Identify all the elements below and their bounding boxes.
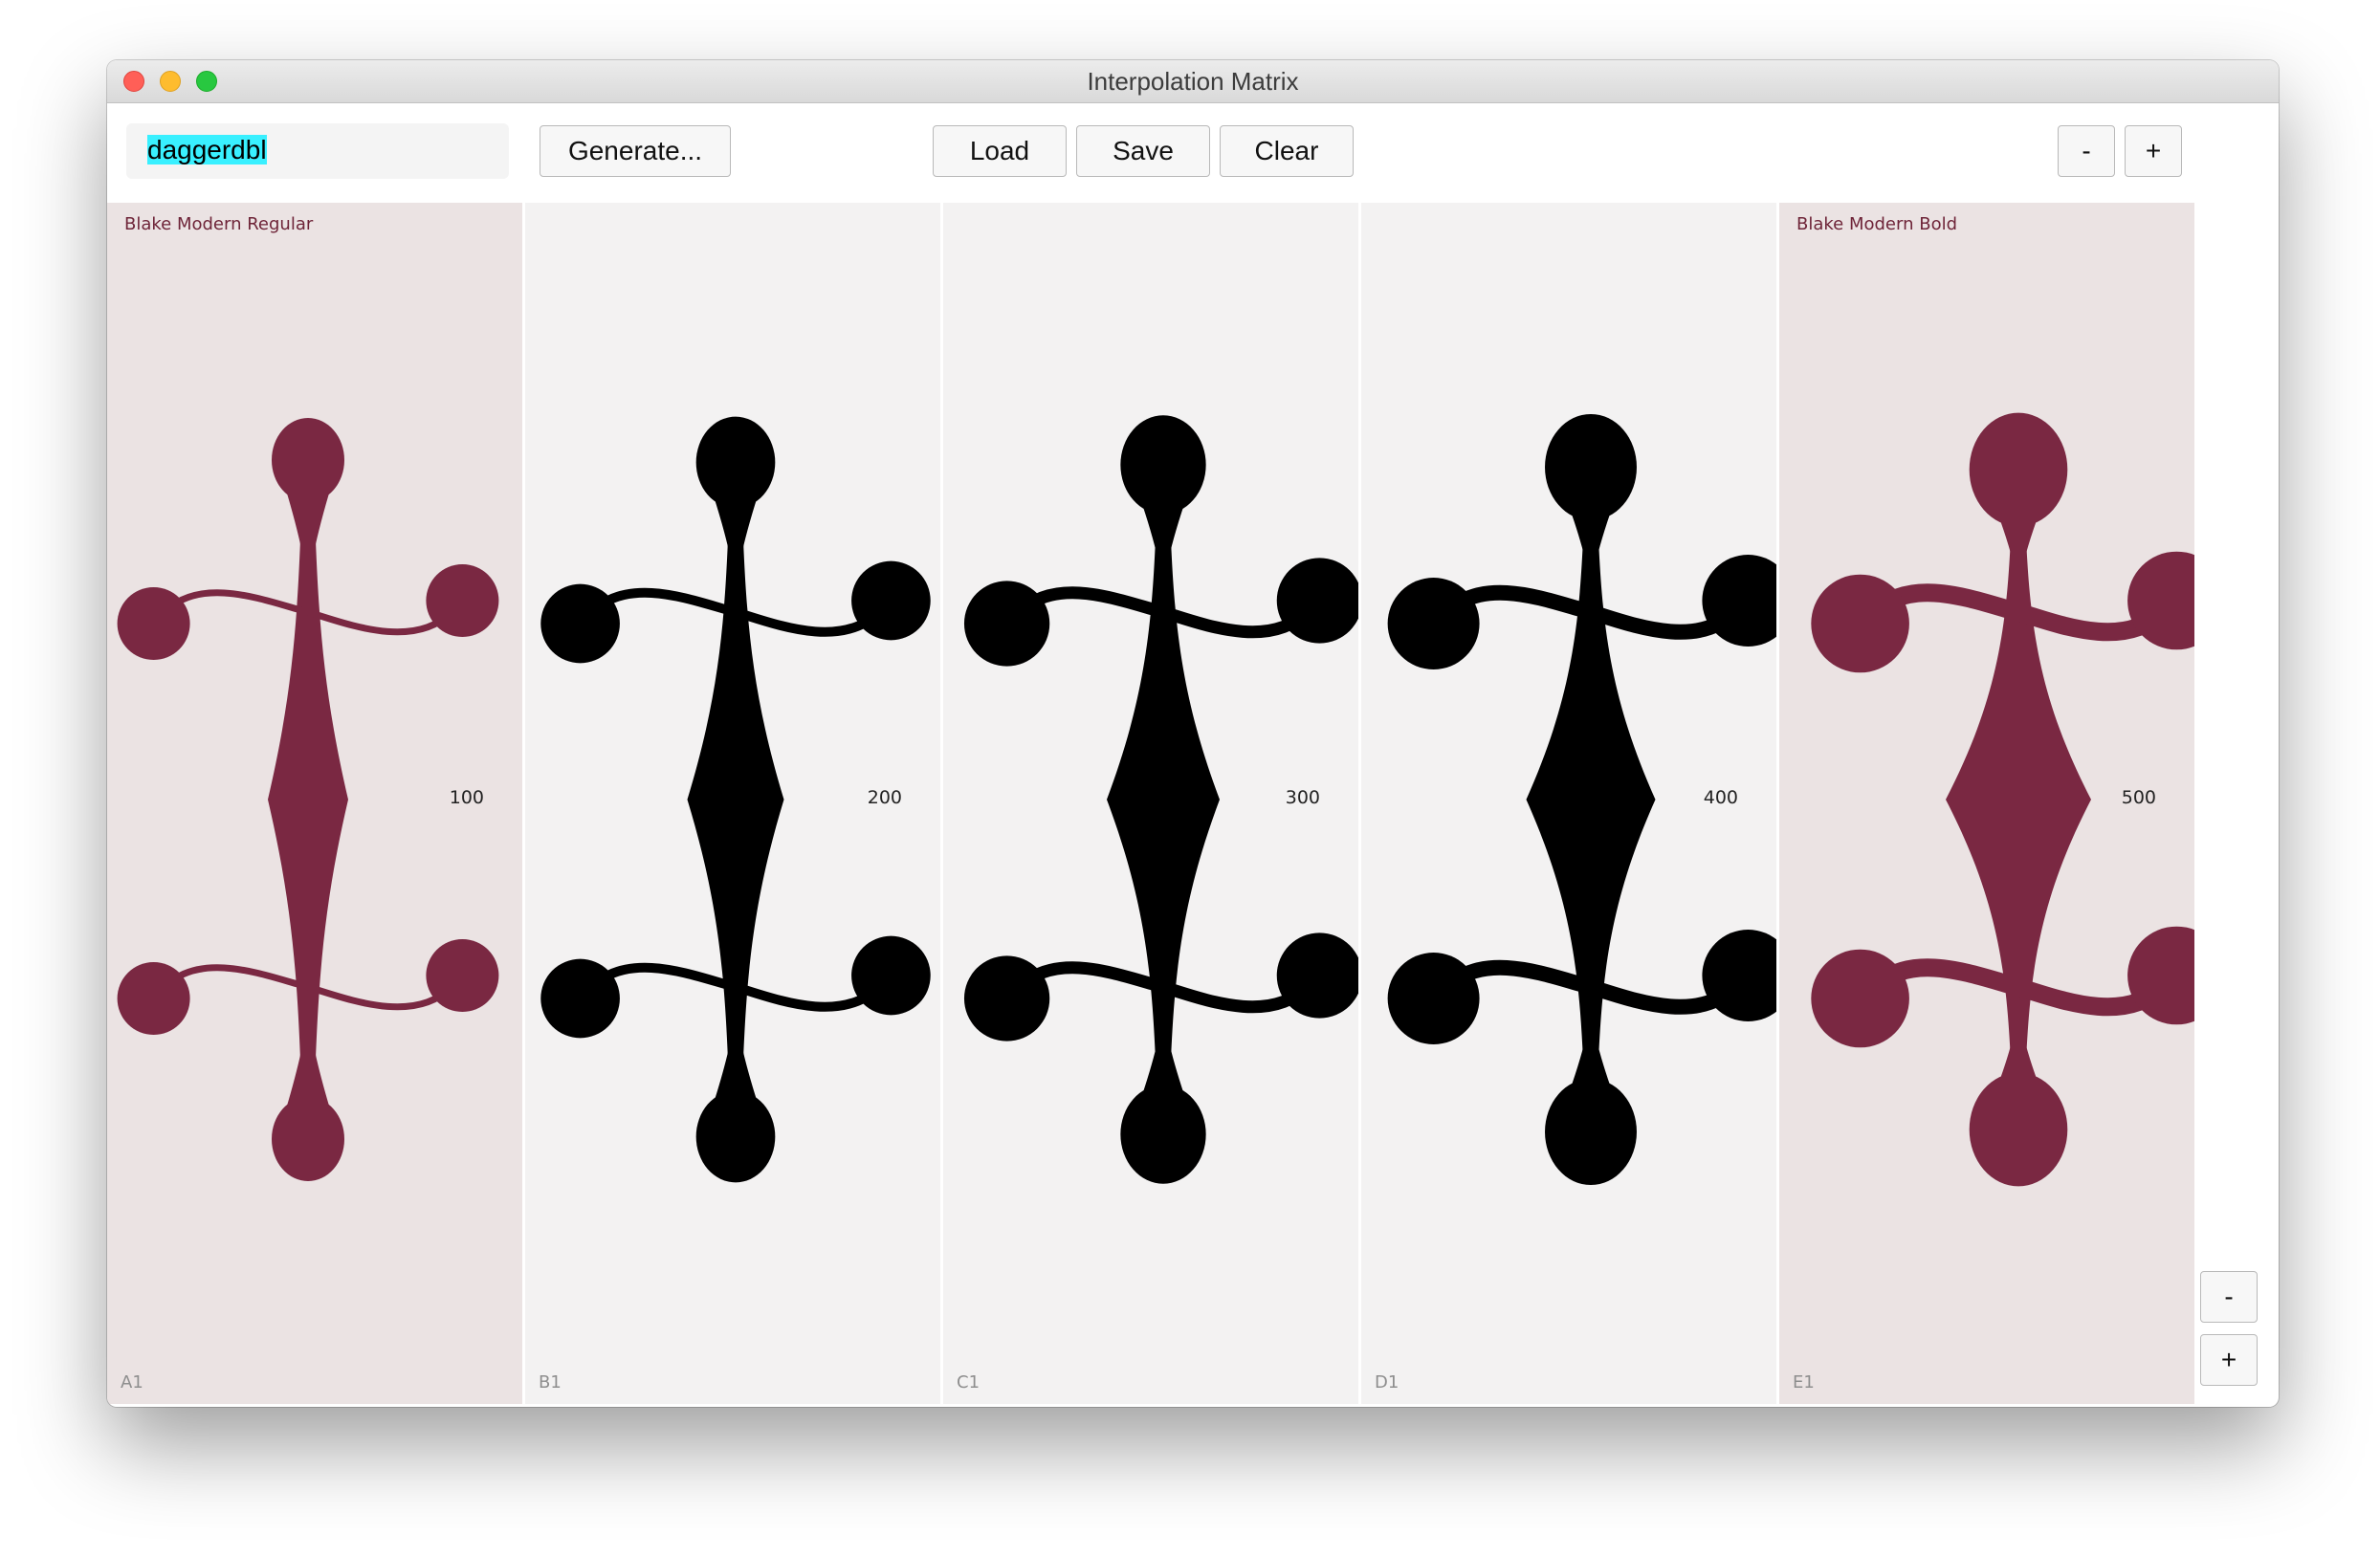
cell-c1[interactable]: 300 C1	[943, 203, 1358, 1404]
cell-id-label: A1	[121, 1372, 143, 1393]
clear-button[interactable]: Clear	[1220, 125, 1354, 177]
cell-e1[interactable]: Blake Modern Bold 500 E1	[1779, 203, 2194, 1404]
load-button[interactable]: Load	[933, 125, 1067, 177]
window-title: Interpolation Matrix	[1087, 67, 1299, 96]
cell-b1[interactable]: 200 B1	[525, 203, 940, 1404]
cell-id-label: D1	[1375, 1372, 1399, 1393]
weight-value-label: 400	[1703, 787, 1738, 808]
weight-value-label: 500	[2121, 787, 2156, 808]
generate-button[interactable]: Generate...	[540, 125, 731, 177]
glyph-name-selected-text: daggerdbl	[147, 135, 267, 164]
cell-d1[interactable]: 400 D1	[1361, 203, 1776, 1404]
cell-a1[interactable]: Blake Modern Regular 100 A1	[107, 203, 522, 1404]
weight-value-label: 100	[449, 787, 484, 808]
save-button[interactable]: Save	[1076, 125, 1210, 177]
columns-add-button[interactable]: +	[2125, 125, 2182, 177]
glyph-name-field[interactable]: daggerdbl	[126, 123, 509, 179]
cell-id-label: C1	[957, 1372, 981, 1393]
title-bar[interactable]: Interpolation Matrix	[107, 60, 2279, 103]
cell-id-label: B1	[539, 1372, 562, 1393]
rows-remove-button[interactable]: -	[2200, 1271, 2258, 1323]
columns-remove-button[interactable]: -	[2058, 125, 2115, 177]
interpolation-matrix-window: Interpolation Matrix daggerdbl Generate.…	[107, 60, 2279, 1407]
cell-id-label: E1	[1793, 1372, 1815, 1393]
weight-value-label: 300	[1285, 787, 1320, 808]
rows-add-button[interactable]: +	[2200, 1334, 2258, 1386]
weight-value-label: 200	[867, 787, 902, 808]
